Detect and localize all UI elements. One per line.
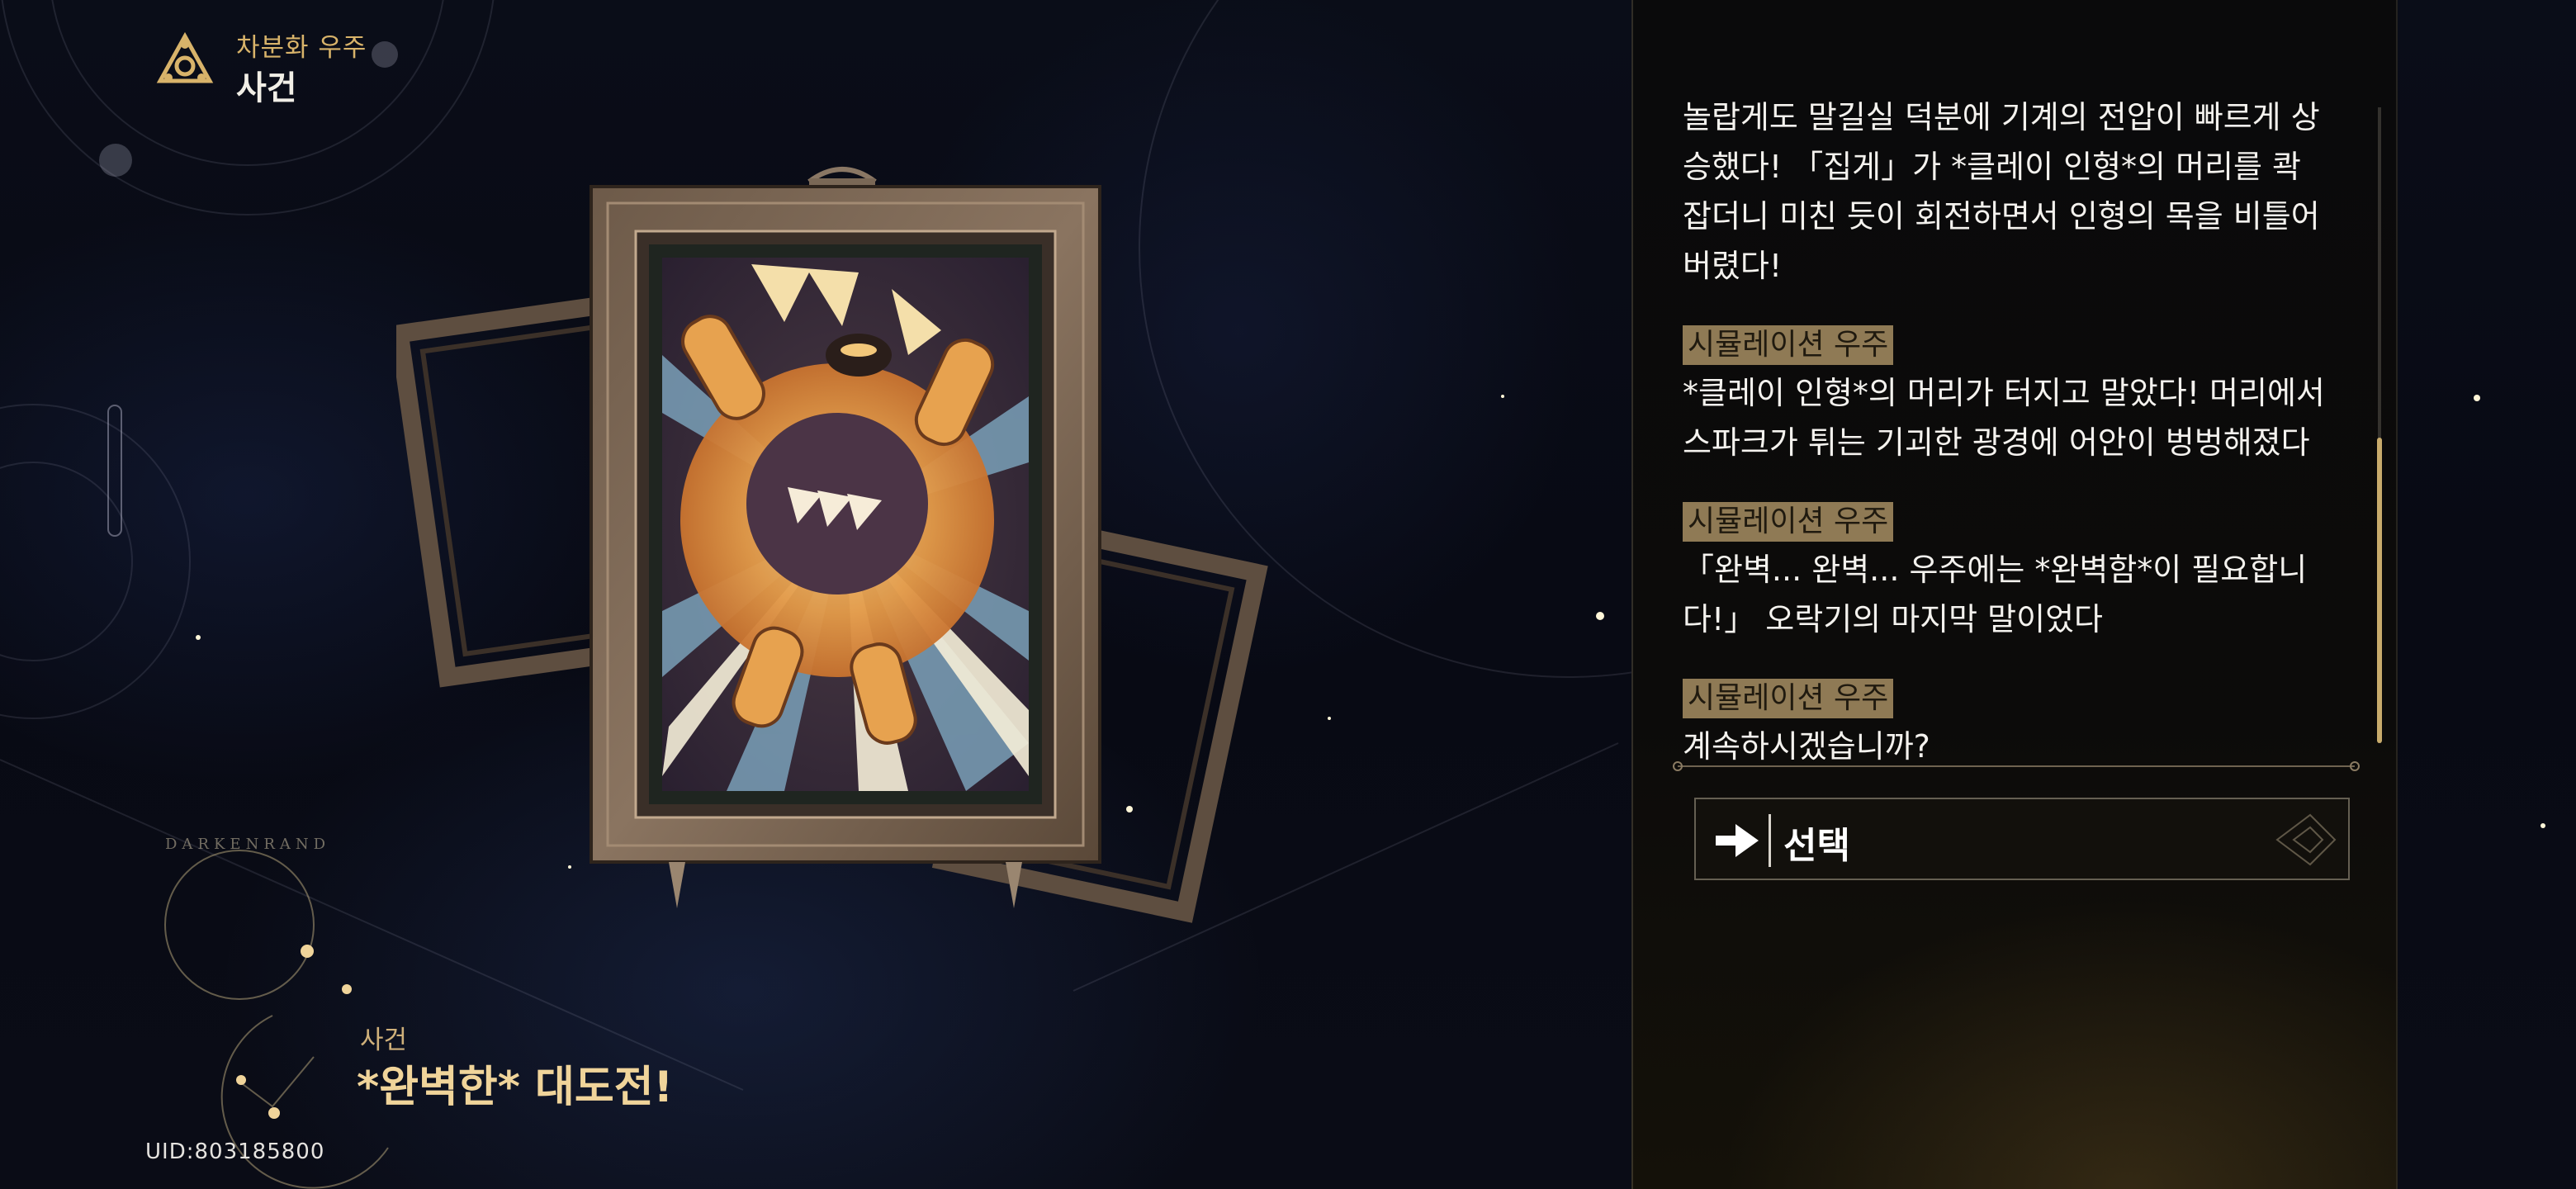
page-title: 사건 (236, 69, 297, 107)
dialogue-text: 「완벽... 완벽... 우주에는 *완벽함*이 필요합니다!」 오락기의 마지… (1683, 552, 2308, 637)
speaker-tag: 시뮬레이션 우주 (1683, 679, 1894, 718)
choice-separator (1769, 814, 1771, 867)
dialogue-log[interactable]: 놀랍게도 말길실 덕분에 기계의 전압이 빠르게 상승했다! 「집게」가 *클레… (1683, 92, 2335, 799)
dialogue-entry: 시뮬레이션 우주 계속하시겠습니까? (1683, 672, 2335, 771)
choice-button[interactable]: 선택 (1694, 798, 2350, 880)
event-category: 사건 (360, 1026, 408, 1055)
triskelion-emblem-icon (156, 31, 214, 83)
game-screen: 차분화 우주 사건 DARKENRAND 사건 *완벽한* 대도전! UID:8… (0, 0, 2576, 1189)
dialogue-text: 놀랍게도 말길실 덕분에 기계의 전압이 빠르게 상승했다! 「집게」가 *클레… (1683, 99, 2320, 284)
event-title: *완벽한* 대도전! (357, 1063, 674, 1112)
header-subtitle: 차분화 우주 (236, 33, 367, 63)
choice-label: 선택 (1783, 825, 1850, 867)
event-card-art (396, 167, 1268, 923)
speaker-tag: 시뮬레이션 우주 (1683, 502, 1894, 542)
dialogue-panel: 놀랍게도 말길실 덕분에 기계의 전압이 빠르게 상승했다! 「집게」가 *클레… (1631, 0, 2398, 1189)
arrow-right-icon (1716, 824, 1759, 857)
dialogue-entry: 시뮬레이션 우주 *클레이 인형*의 머리가 터지고 말았다! 머리에서 스파크… (1683, 319, 2335, 467)
dialogue-text: *클레이 인형*의 머리가 터지고 말았다! 머리에서 스파크가 튀는 기괴한 … (1683, 375, 2325, 461)
dialogue-entry: 시뮬레이션 우주 「완벽... 완벽... 우주에는 *완벽함*이 필요합니다!… (1683, 495, 2335, 644)
dialogue-scroll-thumb[interactable] (2377, 438, 2382, 743)
constellation-label: DARKENRAND (165, 836, 331, 853)
panel-divider (1673, 761, 2360, 771)
left-scroll-handle[interactable] (107, 405, 122, 537)
speaker-tag: 시뮬레이션 우주 (1683, 325, 1894, 365)
choice-corner-ornament (2275, 813, 2337, 866)
screen-header: 차분화 우주 사건 (154, 25, 484, 107)
uid-label: UID:803185800 (145, 1139, 325, 1164)
dialogue-entry: 놀랍게도 말길실 덕분에 기계의 전압이 빠르게 상승했다! 「집게」가 *클레… (1683, 92, 2335, 291)
